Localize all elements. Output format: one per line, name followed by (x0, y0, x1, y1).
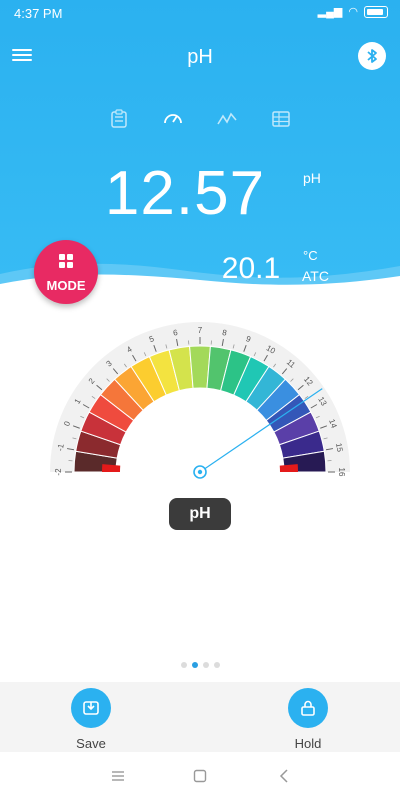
ph-value: 12.57 (104, 159, 266, 228)
page-indicator (0, 662, 400, 668)
gauge-low-marker (102, 464, 121, 472)
view-tabs (0, 108, 400, 130)
save-label: Save (76, 736, 106, 751)
grid-icon (59, 254, 74, 269)
page-title: pH (187, 46, 213, 68)
table-icon (272, 111, 290, 127)
wifi-icon: ◠ (348, 6, 358, 18)
atc-label: ATC (302, 268, 329, 284)
status-icons: ▂▄▆ ◠ (318, 5, 388, 18)
back-icon[interactable] (272, 766, 296, 786)
save-icon (83, 701, 99, 715)
page-dot[interactable] (213, 662, 220, 668)
signal-icon: ▂▄▆ (317, 6, 343, 18)
tab-trend[interactable] (216, 108, 238, 130)
trend-icon (217, 112, 237, 125)
home-icon[interactable] (188, 766, 212, 786)
gauge-ph-label: pH (169, 498, 231, 530)
bluetooth-icon[interactable] (358, 42, 386, 70)
gauge-tick-label: -2 (54, 468, 63, 476)
lock-icon (301, 700, 315, 716)
status-time: 4:37 PM (14, 6, 63, 21)
status-bar: 4:37 PM ▂▄▆ ◠ (0, 0, 400, 26)
tab-table[interactable] (270, 108, 292, 130)
gauge-tick-label: 16 (337, 468, 346, 477)
gauge-pivot-center (197, 469, 203, 475)
gauge-tick-label: 7 (198, 326, 203, 335)
gauge-high-marker (279, 464, 298, 472)
mode-button[interactable]: MODE (34, 240, 98, 304)
temperature-unit: °C (303, 248, 318, 263)
clipboard-icon (111, 109, 127, 128)
temperature-value: 20.1 (221, 252, 281, 285)
ph-gauge: -2-10123456 7 8910111213141516 (50, 322, 350, 479)
battery-icon (364, 5, 388, 18)
recents-icon[interactable] (106, 766, 130, 786)
tab-gauge[interactable] (162, 108, 184, 130)
page-dot[interactable] (202, 662, 209, 668)
system-nav-bar (0, 752, 400, 800)
mode-label: MODE (46, 278, 86, 293)
hold-label: Hold (294, 736, 322, 751)
tab-clipboard[interactable] (108, 108, 130, 130)
hold-button[interactable] (288, 688, 328, 728)
save-button[interactable] (71, 688, 111, 728)
page-dot[interactable] (180, 662, 187, 668)
page-dot[interactable] (191, 662, 198, 668)
action-bar: Save Hold (0, 682, 400, 752)
gauge-icon (164, 114, 182, 124)
ph-unit: pH (303, 170, 321, 186)
